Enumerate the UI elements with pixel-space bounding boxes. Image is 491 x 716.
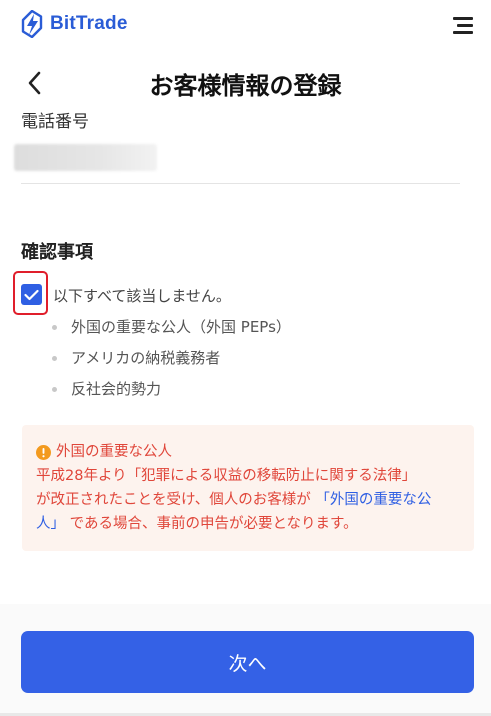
none-apply-checkbox[interactable]: [21, 284, 42, 305]
pep-notice: 外国の重要な公人 平成28年より「犯罪による収益の移転防止に関する法律」 が改正…: [22, 425, 474, 551]
notice-line-2: が改正されたことを受け、個人のお客様が 「外国の重要な公人」 である場合、事前の…: [36, 488, 460, 536]
notice-line-1: 平成28年より「犯罪による収益の移転防止に関する法律」: [36, 468, 417, 484]
top-bar: BitTrade: [0, 0, 491, 53]
list-item: 外国の重要な公人（外国 PEPs）: [52, 314, 291, 345]
list-item: 反社会的勢力: [52, 376, 291, 407]
next-button[interactable]: 次へ: [21, 631, 474, 693]
notice-text: が改正されたことを受け、個人のお客様が: [36, 492, 311, 508]
brand-name: BitTrade: [50, 13, 128, 34]
notice-text: である場合、事前の申告が必要となります。: [69, 516, 358, 532]
phone-label: 電話番号: [21, 112, 89, 132]
list-item: アメリカの納税義務者: [52, 345, 291, 376]
checkbox-label[interactable]: 以下すべて該当しません。: [53, 285, 231, 306]
notice-title-row: 外国の重要な公人: [36, 440, 460, 464]
bittrade-logo-icon: [21, 10, 43, 38]
phone-input[interactable]: [14, 144, 157, 171]
page-title: お客様情報の登録: [149, 72, 342, 100]
checkmark-icon: [24, 289, 39, 300]
brand-logo[interactable]: BitTrade: [20, 10, 128, 38]
divider: [21, 183, 460, 184]
confirmation-list: 外国の重要な公人（外国 PEPs） アメリカの納税義務者 反社会的勢力: [52, 314, 291, 407]
notice-title: 外国の重要な公人: [56, 444, 172, 460]
confirmation-title: 確認事項: [21, 242, 93, 263]
page-header: お客様情報の登録: [0, 52, 491, 110]
alert-circle-icon: [36, 444, 51, 460]
menu-icon[interactable]: [453, 16, 473, 36]
